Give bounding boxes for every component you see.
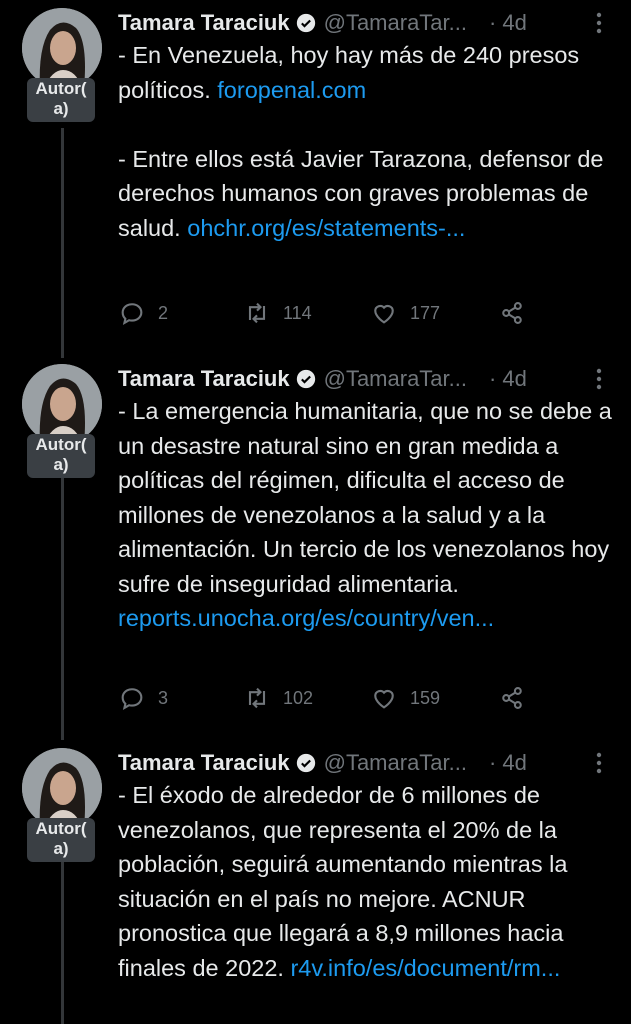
avatar[interactable] bbox=[22, 748, 102, 828]
avatar-image bbox=[22, 364, 102, 444]
avatar-image bbox=[22, 8, 102, 88]
tweet-link[interactable]: foropenal.com bbox=[217, 77, 366, 103]
timestamp[interactable]: 4d bbox=[502, 10, 526, 36]
like-icon bbox=[374, 304, 394, 324]
retweet-button[interactable]: 114 bbox=[243, 298, 312, 328]
tweet-link[interactable]: reports.unocha.org/es/country/ven... bbox=[118, 605, 494, 631]
tweet-header: Tamara Taraciuk @TamaraTar... · 4d bbox=[118, 748, 527, 778]
tweet-actions: 3 102 159 bbox=[118, 683, 618, 713]
tweet[interactable]: Autor( a) Tamara Taraciuk @TamaraTar... … bbox=[0, 740, 631, 1024]
separator-dot: · bbox=[489, 366, 497, 391]
retweet-icon bbox=[248, 687, 266, 709]
separator-dot: · bbox=[489, 10, 497, 35]
share-icon bbox=[502, 302, 522, 324]
reply-count: 2 bbox=[158, 302, 169, 323]
reply-count: 3 bbox=[158, 687, 169, 708]
handle[interactable]: @TamaraTar... bbox=[324, 750, 467, 776]
tweet[interactable]: Autor( a) Tamara Taraciuk @TamaraTar... … bbox=[0, 0, 631, 345]
more-icon[interactable] bbox=[592, 750, 606, 776]
handle[interactable]: @TamaraTar... bbox=[324, 10, 467, 36]
reply-button[interactable]: 2 bbox=[118, 298, 168, 328]
handle[interactable]: @TamaraTar... bbox=[324, 366, 467, 392]
retweet-button[interactable]: 102 bbox=[243, 683, 313, 713]
retweet-icon bbox=[248, 302, 266, 324]
retweet-count: 102 bbox=[283, 687, 314, 708]
tweet-text: - En Venezuela, hoy hay más de 240 preso… bbox=[118, 38, 618, 245]
avatar-image bbox=[22, 748, 102, 828]
like-button[interactable]: 159 bbox=[370, 683, 440, 713]
tweet-link[interactable]: r4v.info/es/document/rm... bbox=[290, 955, 560, 981]
more-icon[interactable] bbox=[592, 366, 606, 392]
share-button[interactable] bbox=[498, 298, 526, 328]
author-badge: Autor( a) bbox=[27, 78, 95, 122]
tweet-paragraph: - El éxodo de alrededor de 6 millones de… bbox=[118, 782, 568, 981]
tweet-link[interactable]: ohchr.org/es/statements-... bbox=[187, 215, 465, 241]
like-button[interactable]: 177 bbox=[370, 298, 440, 328]
tweet-header: Tamara Taraciuk @TamaraTar... · 4d bbox=[118, 364, 527, 394]
share-icon bbox=[502, 687, 522, 709]
reply-button[interactable]: 3 bbox=[118, 683, 168, 713]
timestamp[interactable]: 4d bbox=[502, 750, 526, 776]
more-icon[interactable] bbox=[592, 10, 606, 36]
like-count: 159 bbox=[410, 687, 441, 708]
display-name[interactable]: Tamara Taraciuk bbox=[118, 10, 290, 36]
verified-icon bbox=[296, 369, 315, 389]
share-button[interactable] bbox=[498, 683, 526, 713]
verified-icon bbox=[296, 13, 315, 33]
tweet-paragraph: - La emergencia humanitaria, que no se d… bbox=[118, 398, 612, 597]
reply-icon bbox=[121, 688, 143, 711]
tweet-header: Tamara Taraciuk @TamaraTar... · 4d bbox=[118, 8, 527, 38]
timestamp[interactable]: 4d bbox=[502, 366, 526, 392]
retweet-count: 114 bbox=[283, 302, 312, 323]
author-badge: Autor( a) bbox=[27, 818, 95, 862]
verified-icon bbox=[296, 753, 315, 773]
reply-icon bbox=[121, 303, 143, 326]
display-name[interactable]: Tamara Taraciuk bbox=[118, 366, 290, 392]
display-name[interactable]: Tamara Taraciuk bbox=[118, 750, 290, 776]
author-badge: Autor( a) bbox=[27, 434, 95, 478]
tweet[interactable]: Autor( a) Tamara Taraciuk @TamaraTar... … bbox=[0, 356, 631, 726]
avatar[interactable] bbox=[22, 8, 102, 88]
tweet-actions: 2 114 177 bbox=[118, 298, 618, 328]
avatar[interactable] bbox=[22, 364, 102, 444]
like-icon bbox=[374, 689, 394, 709]
tweet-text: - La emergencia humanitaria, que no se d… bbox=[118, 394, 618, 636]
separator-dot: · bbox=[489, 750, 497, 775]
like-count: 177 bbox=[410, 302, 441, 323]
tweet-text: - El éxodo de alrededor de 6 millones de… bbox=[118, 778, 618, 985]
